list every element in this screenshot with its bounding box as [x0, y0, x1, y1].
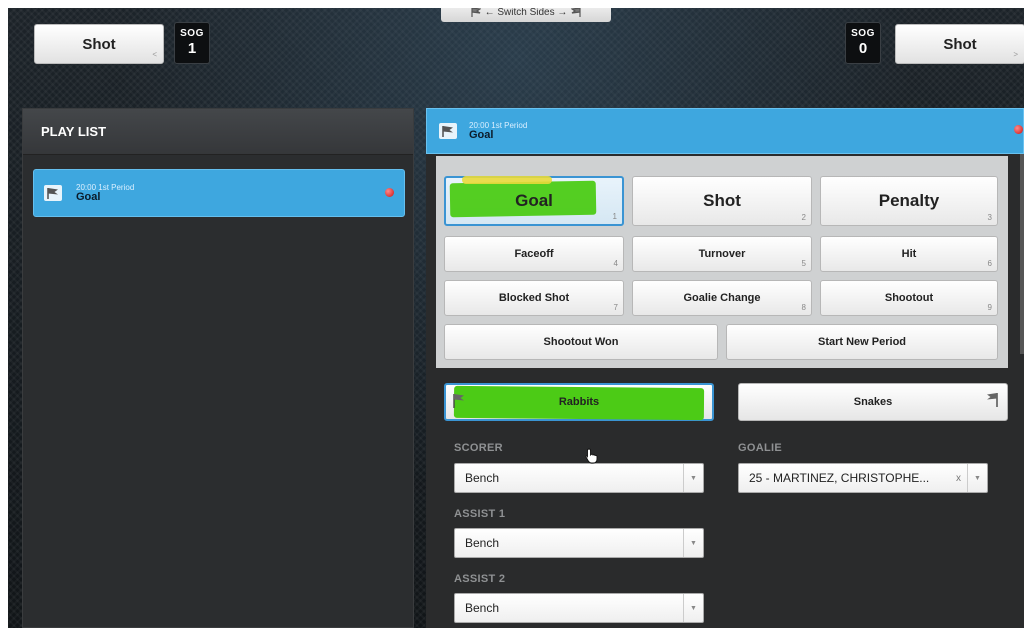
- chevron-down-icon: ▼: [683, 594, 703, 622]
- event-type-hotkey: 7: [613, 303, 618, 312]
- event-type-hit-button[interactable]: Hit 6: [820, 236, 998, 272]
- left-shot-label: Shot: [82, 35, 116, 53]
- left-sog-value: 1: [187, 40, 197, 57]
- event-type-label: Shootout Won: [543, 336, 619, 348]
- goalie-value: 25 - MARTINEZ, CHRISTOPHE...: [749, 471, 930, 485]
- event-type-hotkey: 9: [987, 303, 992, 312]
- event-type-hotkey: 1: [612, 212, 617, 221]
- team-rabbits-button[interactable]: Rabbits: [444, 383, 714, 421]
- flag-icon: [453, 394, 464, 408]
- flag-icon: [987, 393, 998, 407]
- event-type-label: Shootout: [884, 292, 934, 304]
- start-new-period-button[interactable]: Start New Period: [726, 324, 998, 360]
- event-type-label: Penalty: [878, 191, 940, 210]
- goalie-label: GOALIE: [738, 442, 782, 454]
- left-sog-label: SOG: [180, 28, 204, 39]
- game-tracker-app: ← Switch Sides → Shot < SOG 1 SOG 0 Shot…: [8, 8, 1024, 628]
- flag-icon: [44, 185, 62, 201]
- play-list-header: PLAY LIST: [23, 109, 413, 155]
- scorer-label: SCORER: [454, 442, 503, 454]
- team-snakes-button[interactable]: Snakes: [738, 383, 1008, 421]
- panel-scrollbar[interactable]: [1020, 154, 1024, 354]
- event-type-label: Hit: [901, 248, 917, 260]
- switch-sides-button[interactable]: ← Switch Sides →: [441, 8, 611, 22]
- right-sog-value: 0: [858, 40, 868, 57]
- event-type-label: Blocked Shot: [498, 292, 570, 304]
- event-type-hotkey: 8: [801, 303, 806, 312]
- hand-cursor-icon: [585, 448, 598, 464]
- switch-sides-label: ← Switch Sides →: [484, 8, 568, 18]
- assist1-label: ASSIST 1: [454, 508, 506, 520]
- event-type-grid: Goal 1 Shot 2 Penalty 3 Faceoff 4 Turnov…: [436, 156, 1008, 368]
- team-home-label: Rabbits: [558, 396, 600, 408]
- event-header-name: Goal: [469, 128, 494, 141]
- shootout-won-button[interactable]: Shootout Won: [444, 324, 718, 360]
- right-sog-label: SOG: [851, 28, 875, 39]
- highlight-scribble: [462, 176, 552, 184]
- play-list-title: PLAY LIST: [41, 124, 107, 139]
- play-item-name: Goal: [76, 190, 101, 203]
- team-away-label: Snakes: [853, 396, 893, 408]
- right-shot-hotkey: >: [1013, 50, 1018, 59]
- chevron-down-icon: ▼: [683, 464, 703, 492]
- flag-icon: [571, 8, 582, 17]
- event-type-label: Goalie Change: [683, 292, 761, 304]
- event-type-hotkey: 5: [801, 259, 806, 268]
- right-shot-button[interactable]: Shot >: [895, 24, 1024, 64]
- flag-icon: [470, 8, 481, 17]
- event-type-label: Goal: [515, 191, 553, 210]
- clear-icon[interactable]: x: [956, 473, 961, 484]
- chevron-down-icon: ▼: [967, 464, 987, 492]
- event-type-label: Faceoff: [514, 248, 554, 260]
- left-shot-hotkey: <: [152, 50, 157, 59]
- right-shot-label: Shot: [943, 35, 977, 53]
- event-type-blocked-shot-button[interactable]: Blocked Shot 7: [444, 280, 624, 316]
- play-list-panel: PLAY LIST 20:00 1st Period Goal: [22, 108, 414, 628]
- right-sog-counter: SOG 0: [845, 22, 881, 64]
- assist2-value: Bench: [465, 601, 500, 615]
- event-type-hotkey: 2: [801, 213, 806, 222]
- event-type-goalie-change-button[interactable]: Goalie Change 8: [632, 280, 812, 316]
- assist1-select[interactable]: Bench ▼: [454, 528, 704, 558]
- status-dot-icon: [1014, 125, 1023, 134]
- event-type-turnover-button[interactable]: Turnover 5: [632, 236, 812, 272]
- event-type-label: Start New Period: [817, 336, 907, 348]
- event-type-goal-button[interactable]: Goal 1: [444, 176, 624, 226]
- event-header: 20:00 1st Period Goal: [426, 108, 1024, 154]
- assist1-value: Bench: [465, 536, 500, 550]
- event-editor-panel: 20:00 1st Period Goal Goal 1 Shot 2 Pena…: [426, 108, 1024, 628]
- event-type-shot-button[interactable]: Shot 2: [632, 176, 812, 226]
- play-list-item[interactable]: 20:00 1st Period Goal: [33, 169, 405, 217]
- event-type-label: Shot: [703, 191, 741, 210]
- event-type-penalty-button[interactable]: Penalty 3: [820, 176, 998, 226]
- scorer-value: Bench: [465, 471, 500, 485]
- event-type-faceoff-button[interactable]: Faceoff 4: [444, 236, 624, 272]
- left-shot-button[interactable]: Shot <: [34, 24, 164, 64]
- event-type-label: Turnover: [698, 248, 746, 260]
- flag-icon: [439, 123, 457, 139]
- assist2-select[interactable]: Bench ▼: [454, 593, 704, 623]
- scorer-select[interactable]: Bench ▼: [454, 463, 704, 493]
- event-type-hotkey: 4: [613, 259, 618, 268]
- left-sog-counter: SOG 1: [174, 22, 210, 64]
- goalie-select[interactable]: 25 - MARTINEZ, CHRISTOPHE... x ▼: [738, 463, 988, 493]
- chevron-down-icon: ▼: [683, 529, 703, 557]
- assist2-label: ASSIST 2: [454, 573, 506, 585]
- event-type-hotkey: 3: [987, 213, 992, 222]
- status-dot-icon: [385, 188, 394, 197]
- event-type-hotkey: 6: [987, 259, 992, 268]
- event-type-shootout-button[interactable]: Shootout 9: [820, 280, 998, 316]
